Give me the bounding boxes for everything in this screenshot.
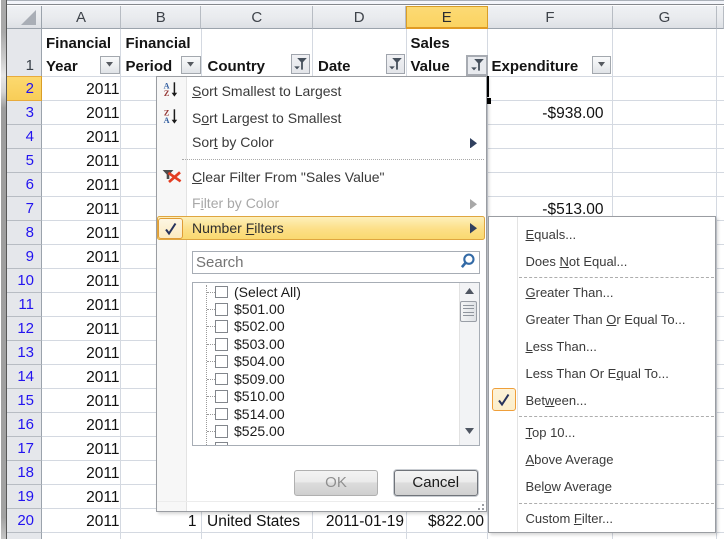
svg-text:Z: Z [163, 89, 169, 98]
svg-text:A: A [163, 116, 169, 125]
